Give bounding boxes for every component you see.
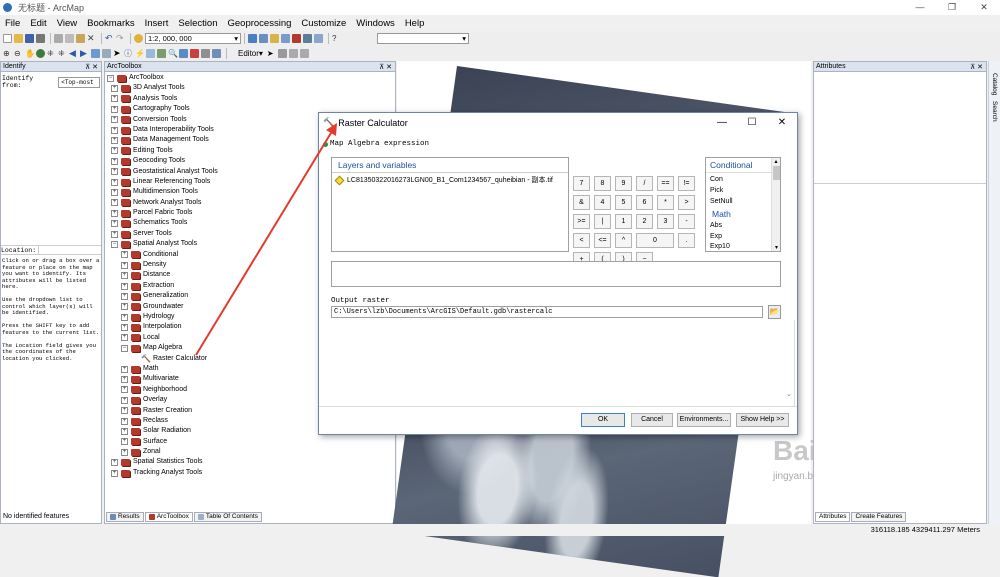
status-bar: 316118.185 4329411.297 Meters [0,524,1000,536]
annotation-arrow [195,123,337,356]
arrow-head [326,123,337,136]
arrow-line [195,127,335,356]
coordinates-readout: 316118.185 4329411.297 Meters [870,525,980,534]
